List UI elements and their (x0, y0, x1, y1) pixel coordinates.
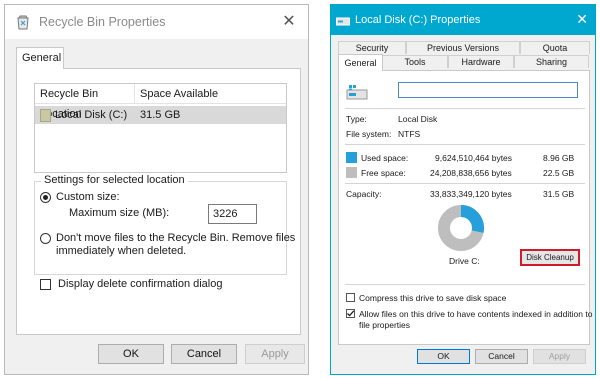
tab-quota[interactable]: Quota (520, 41, 590, 54)
drive-label: Drive C: (449, 256, 480, 266)
settings-group: Settings for selected location Custom si… (34, 174, 295, 275)
type-value: Local Disk (398, 114, 438, 124)
tab-tools[interactable]: Tools (382, 55, 448, 68)
divider (345, 284, 585, 285)
free-space-label: Free space: (361, 168, 406, 178)
column-header-space[interactable]: Space Available (135, 84, 218, 103)
cancel-button[interactable]: Cancel (475, 349, 528, 364)
capacity-gb: 31.5 GB (543, 189, 575, 199)
space-available-value: 31.5 GB (140, 109, 181, 121)
divider (345, 183, 585, 184)
drive-icon-large (346, 85, 368, 100)
list-item[interactable]: Local Disk (C:) 31.5 GB (35, 106, 286, 124)
ok-button[interactable]: OK (417, 349, 470, 364)
tab-security[interactable]: Security (338, 41, 406, 54)
column-header-location[interactable]: Recycle Bin Location (35, 84, 135, 120)
used-space-gb: 8.96 GB (543, 153, 575, 163)
disk-cleanup-button[interactable]: Disk Cleanup (520, 249, 580, 266)
index-label-line2: file properties (359, 320, 411, 330)
drive-icon (336, 17, 350, 25)
dont-move-label-line1: Don't move files to the Recycle Bin. Rem… (56, 232, 296, 244)
max-size-input[interactable]: 3226 (208, 204, 257, 224)
apply-button[interactable]: Apply (245, 344, 305, 364)
compress-label: Compress this drive to save disk space (359, 293, 507, 303)
tab-sharing[interactable]: Sharing (514, 55, 589, 68)
max-size-label: Maximum size (MB): (69, 207, 170, 219)
close-icon[interactable]: ✕ (278, 12, 300, 32)
used-space-bytes: 9,624,510,464 bytes (435, 153, 513, 163)
apply-button[interactable]: Apply (533, 349, 586, 364)
location-name: Local Disk (C:) (55, 109, 128, 121)
drive-icon (40, 108, 51, 122)
confirm-dialog-checkbox[interactable] (40, 279, 51, 290)
tab-hardware[interactable]: Hardware (448, 55, 514, 68)
dont-move-radio[interactable] (40, 233, 51, 244)
capacity-bytes: 33,833,349,120 bytes (430, 189, 512, 199)
custom-size-label: Custom size: (56, 191, 120, 203)
recycle-bin-properties-window: Recycle Bin Properties ✕ General Recycle… (4, 4, 309, 375)
divider (345, 108, 585, 109)
index-label-line1: Allow files on this drive to have conten… (359, 309, 593, 319)
cancel-button[interactable]: Cancel (171, 344, 237, 364)
window-title: Recycle Bin Properties (39, 15, 166, 29)
type-label: Type: (346, 114, 367, 124)
general-panel: Recycle Bin Location Space Available Loc… (16, 68, 301, 335)
dont-move-label-line2: immediately when deleted. (56, 245, 187, 257)
used-space-swatch (346, 152, 357, 163)
index-checkbox[interactable] (346, 309, 355, 318)
title-bar: Recycle Bin Properties ✕ (5, 5, 308, 39)
local-disk-properties-window: Local Disk (C:) Properties ✕ Security Pr… (330, 4, 596, 375)
compress-checkbox[interactable] (346, 293, 355, 302)
divider (345, 144, 585, 145)
used-space-label: Used space: (361, 153, 409, 163)
close-icon[interactable]: ✕ (576, 11, 588, 28)
tab-previous-versions[interactable]: Previous Versions (406, 41, 520, 54)
file-system-label: File system: (346, 129, 392, 139)
free-space-gb: 22.5 GB (543, 168, 575, 178)
free-space-swatch (346, 167, 357, 178)
confirm-dialog-label: Display delete confirmation dialog (58, 278, 223, 290)
settings-legend: Settings for selected location (41, 174, 188, 186)
window-title: Local Disk (C:) Properties (355, 14, 481, 26)
capacity-label: Capacity: (346, 189, 382, 199)
recycle-bin-icon (17, 15, 29, 30)
list-header: Recycle Bin Location Space Available (35, 84, 286, 120)
custom-size-radio[interactable] (40, 192, 51, 203)
tab-row-back: Security Previous Versions Quota (338, 41, 590, 54)
tab-row-front: Tools Hardware Sharing (382, 55, 589, 68)
location-list[interactable]: Recycle Bin Location Space Available Loc… (34, 83, 287, 173)
free-space-bytes: 24,208,838,656 bytes (430, 168, 512, 178)
ok-button[interactable]: OK (98, 344, 164, 364)
drive-name-input[interactable] (398, 82, 578, 98)
tab-general[interactable]: General (16, 47, 64, 69)
tab-general[interactable]: General (338, 54, 383, 71)
title-bar: Local Disk (C:) Properties ✕ (331, 5, 595, 35)
checkmark-icon (347, 310, 355, 317)
general-panel: Type: Local Disk File system: NTFS Used … (338, 70, 593, 345)
file-system-value: NTFS (398, 129, 421, 139)
usage-donut-chart (438, 205, 484, 251)
